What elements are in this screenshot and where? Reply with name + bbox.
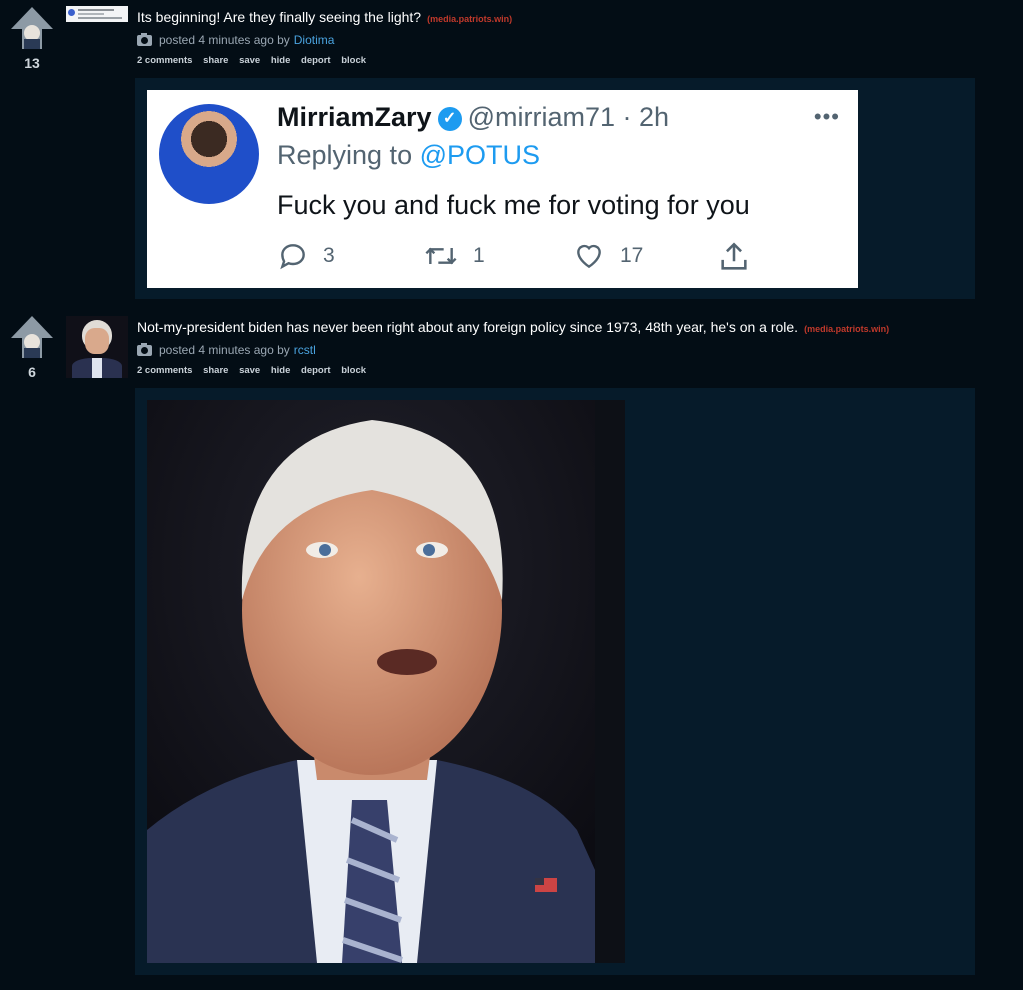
author-link[interactable]: Diotima — [294, 33, 335, 47]
post-domain[interactable]: (media.patriots.win) — [427, 14, 512, 24]
reply-bubble-icon — [280, 244, 305, 270]
vote-widget: 6 — [8, 314, 56, 380]
deport-link[interactable]: deport — [301, 55, 331, 66]
post-thumbnail[interactable] — [66, 6, 128, 22]
comments-link[interactable]: 2 comments — [137, 365, 192, 376]
tweet-mention: @POTUS — [419, 140, 541, 170]
heart-icon — [577, 244, 601, 269]
post-score: 6 — [28, 364, 36, 380]
post-domain[interactable]: (media.patriots.win) — [804, 324, 889, 334]
post-title[interactable]: Not-my-president biden has never been ri… — [137, 319, 798, 335]
upvote-arrow-icon[interactable] — [9, 314, 55, 360]
block-link[interactable]: block — [341, 365, 366, 376]
post-actions: 2 comments share save hide deport block — [137, 365, 374, 376]
tweet-header: MirriamZary ✓ @mirriam71 · 2h — [277, 102, 669, 133]
post-meta: posted 4 minutes ago by rcstl — [137, 342, 316, 357]
post-thumbnail[interactable] — [66, 316, 128, 378]
post-title[interactable]: Its beginning! Are they finally seeing t… — [137, 9, 421, 25]
post-meta: posted 4 minutes ago by Diotima — [137, 32, 335, 47]
tweet-action-bar: 3 1 17 — [277, 240, 837, 274]
tweet-retweet-stat: 1 — [423, 240, 485, 272]
block-link[interactable]: block — [341, 55, 366, 66]
save-link[interactable]: save — [239, 365, 260, 376]
save-link[interactable]: save — [239, 55, 260, 66]
media-preview: MirriamZary ✓ @mirriam71 · 2h ••• Replying… — [135, 78, 975, 299]
tweet-handle: @mirriam71 · 2h — [467, 102, 670, 132]
media-preview — [135, 388, 975, 975]
tweet-screenshot[interactable]: MirriamZary ✓ @mirriam71 · 2h ••• Replying… — [147, 90, 858, 288]
post-title-line: Its beginning! Are they finally seeing t… — [137, 9, 512, 25]
comments-link[interactable]: 2 comments — [137, 55, 192, 66]
tweet-avatar — [159, 104, 259, 204]
vote-widget: 13 — [8, 5, 56, 71]
upvote-arrow-icon[interactable] — [9, 5, 55, 51]
tweet-display-name: MirriamZary — [277, 102, 432, 132]
author-link[interactable]: rcstl — [294, 343, 316, 357]
tweet-reply-context: Replying to @POTUS — [277, 140, 540, 171]
more-options-icon: ••• — [813, 104, 840, 129]
deport-link[interactable]: deport — [301, 365, 331, 376]
reply-count: 3 — [323, 244, 335, 267]
camera-icon — [137, 342, 152, 356]
tweet-reply-stat: 3 — [277, 240, 335, 272]
post-title-line: Not-my-president biden has never been ri… — [137, 319, 889, 335]
hide-link[interactable]: hide — [271, 55, 291, 66]
verified-check-icon: ✓ — [437, 106, 462, 131]
share-link[interactable]: share — [203, 55, 228, 66]
post-actions: 2 comments share save hide deport block — [137, 55, 374, 66]
camera-icon — [137, 32, 152, 46]
like-count: 17 — [620, 244, 644, 267]
replying-to-label: Replying to — [277, 140, 413, 170]
tweet-share-stat — [717, 240, 765, 274]
share-link[interactable]: share — [203, 365, 228, 376]
retweet-icon — [425, 247, 457, 265]
hide-link[interactable]: hide — [271, 365, 291, 376]
posted-text: posted 4 minutes ago by — [159, 33, 290, 47]
post-photo[interactable] — [147, 400, 595, 963]
tweet-body: Fuck you and fuck me for voting for you — [277, 190, 750, 220]
tweet-like-stat: 17 — [572, 240, 643, 272]
post-score: 13 — [24, 55, 40, 71]
retweet-count: 1 — [473, 244, 485, 267]
posted-text: posted 4 minutes ago by — [159, 343, 290, 357]
share-upload-icon — [721, 242, 747, 270]
